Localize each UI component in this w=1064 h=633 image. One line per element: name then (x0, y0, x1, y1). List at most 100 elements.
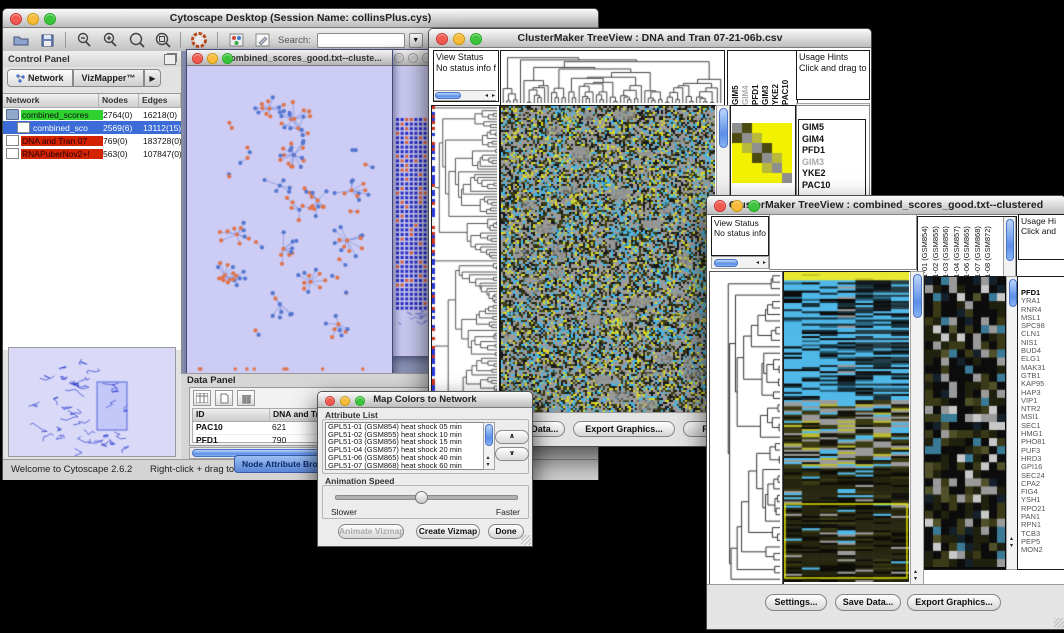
zoom-in-icon[interactable] (100, 31, 120, 49)
treeview1-titlebar[interactable]: ClusterMaker TreeView : DNA and Tran 07-… (429, 29, 871, 48)
tv2-view-status: View StatusNo status info (711, 216, 769, 256)
close-button[interactable] (192, 53, 203, 64)
minimize-button[interactable] (731, 200, 743, 212)
create-vizmap-button[interactable]: Create Vizmap (416, 524, 480, 539)
network-row-icon (6, 109, 19, 120)
main-titlebar[interactable]: Cytoscape Desktop (Session Name: collins… (3, 9, 598, 28)
float-panel-icon[interactable] (164, 54, 176, 65)
tab-overflow-arrow[interactable]: ▶ (144, 69, 160, 87)
tv1-gene-name[interactable]: GIM5 (802, 122, 862, 134)
control-panel-tabs: Network VizMapper™ ▶ (3, 67, 181, 89)
zoom-button[interactable] (748, 200, 760, 212)
treeview2-titlebar[interactable]: ClusterMaker TreeView : combined_scores_… (707, 196, 1064, 215)
tab-network[interactable]: Network (7, 69, 73, 87)
toolbar-separator (180, 32, 181, 48)
network-table-row[interactable]: combined_scores 2764(0) 16218(0) (3, 108, 181, 121)
close-button[interactable] (325, 396, 335, 406)
tv1-row-dendrogram-panel[interactable] (431, 105, 500, 415)
tv1-column-label: GIM5 (731, 51, 741, 105)
network-table-row[interactable]: DNA and Tran 07 769(0) 183728(0) (3, 134, 181, 147)
dialog-titlebar[interactable]: Map Colors to Network (318, 392, 532, 408)
speed-slider-thumb[interactable] (415, 491, 428, 504)
move-down-button[interactable]: ∨ (495, 447, 529, 461)
tv1-gene-name[interactable]: PFD1 (802, 145, 862, 157)
zoom-button[interactable] (222, 53, 233, 64)
search-input[interactable] (317, 33, 405, 48)
tv2-status-hscrollbar[interactable]: ◂▸ (711, 256, 769, 269)
zoom-button[interactable] (44, 13, 56, 25)
network-table-header[interactable]: Network Nodes Edges (3, 94, 181, 108)
tv1-gene-name[interactable]: YKE2 (802, 168, 862, 180)
attribute-listbox[interactable]: GPL51-01 (GSM854) heat shock 05 minGPL51… (325, 422, 485, 470)
network-view-canvas[interactable] (187, 66, 390, 374)
minimize-button[interactable] (27, 13, 39, 25)
network-overview-canvas[interactable] (9, 348, 175, 456)
done-button[interactable]: Done (488, 524, 524, 539)
tv1-gene-name[interactable]: GIM3 (802, 157, 862, 169)
new-attribute-icon[interactable] (215, 390, 233, 406)
tv2-save-data-button[interactable]: Save Data... (835, 594, 901, 611)
zoom-out-icon[interactable] (74, 31, 94, 49)
tv1-export-graphics-button[interactable]: Export Graphics... (573, 421, 675, 437)
zoom-button[interactable] (355, 396, 365, 406)
network-table-row[interactable]: RNAPuberNov2+! 563(0) 107847(0) (3, 147, 181, 160)
annotation-icon[interactable] (252, 31, 272, 49)
minimize-button[interactable] (408, 53, 418, 63)
resize-grip[interactable] (1054, 618, 1064, 628)
treeview2-window: ClusterMaker TreeView : combined_scores_… (706, 195, 1064, 630)
minimize-button[interactable] (340, 396, 350, 406)
tv1-view-status: View StatusNo status info f ◂▸ (433, 50, 499, 102)
close-button[interactable] (436, 33, 448, 45)
tv2-export-graphics-button[interactable]: Export Graphics... (907, 594, 1001, 611)
close-button[interactable] (10, 13, 22, 25)
delete-attribute-icon[interactable] (237, 390, 255, 406)
tv2-heatmap-vscrollbar[interactable]: ▴▾ (910, 271, 924, 585)
save-icon[interactable] (37, 31, 57, 49)
tv2-row-dendrogram-panel[interactable] (709, 271, 783, 585)
open-file-icon[interactable] (11, 31, 31, 49)
network-table-row[interactable]: combined_sco 2569(6) 13112(15) (3, 121, 181, 134)
attribute-list-item[interactable]: GPL51-07 (GSM868) heat shock 60 min (326, 462, 484, 470)
tv2-settings-button[interactable]: Settings... (765, 594, 827, 611)
tv2-column-dendrogram-panel[interactable] (769, 214, 917, 270)
tv2-heatmap-panel[interactable] (783, 271, 912, 585)
tv1-heatmap[interactable] (501, 106, 715, 412)
search-label: Search: (278, 35, 311, 46)
tv1-column-dendrogram[interactable] (501, 51, 722, 103)
move-up-button[interactable]: ∧ (495, 430, 529, 444)
close-button[interactable] (714, 200, 726, 212)
tv1-status-hscrollbar[interactable]: ◂▸ (434, 90, 496, 101)
select-attributes-icon[interactable] (193, 390, 211, 406)
minimize-button[interactable] (207, 53, 218, 64)
close-button[interactable] (394, 53, 404, 63)
tv2-row-dendrogram[interactable] (710, 272, 780, 582)
resize-grip[interactable] (521, 535, 531, 545)
control-panel-title: Control Panel (8, 54, 70, 65)
zoom-button[interactable] (470, 33, 482, 45)
attribute-list-vscrollbar[interactable]: ▴▾ (483, 422, 495, 470)
tv2-gene-list: PFD1YRA1RNR4MSL1SPC98CLN1NIS1BUD4ELG1MAK… (1018, 277, 1064, 557)
network-view-titlebar[interactable]: combined_scores_good.txt--cluste... (187, 50, 392, 66)
network-row-icon (6, 135, 19, 146)
tv1-heatmap-panel[interactable] (500, 105, 718, 415)
vizmapper-icon[interactable] (226, 31, 246, 49)
tv1-row-dendrogram[interactable] (432, 106, 497, 412)
tv1-gene-name[interactable]: PAC10 (802, 180, 862, 192)
search-dropdown-icon[interactable]: ▼ (409, 33, 423, 48)
animate-vizmap-button[interactable]: Animate Vizmap (338, 524, 404, 539)
tv1-column-label: PAC10 (781, 51, 791, 105)
tv2-heatmap[interactable] (784, 272, 909, 582)
tv1-gene-name[interactable]: GIM4 (802, 134, 862, 146)
zoom-fit-icon[interactable] (126, 31, 146, 49)
help-icon[interactable] (189, 31, 209, 49)
tab-vizmapper[interactable]: VizMapper™ (73, 69, 145, 87)
zoom-selected-icon[interactable] (152, 31, 172, 49)
minimize-button[interactable] (453, 33, 465, 45)
tv1-column-dendrogram-panel[interactable] (500, 50, 725, 106)
tv2-gene-name[interactable]: MON2 (1021, 546, 1063, 554)
tv2-usage-hints: Usage HiClick and (1018, 214, 1064, 260)
network-overview-panel[interactable] (8, 347, 176, 457)
network-row-icon (17, 122, 30, 133)
network-view-window[interactable]: combined_scores_good.txt--cluste... (186, 49, 393, 375)
attribute-list-group: GPL51-01 (GSM854) heat shock 05 minGPL51… (322, 419, 529, 474)
